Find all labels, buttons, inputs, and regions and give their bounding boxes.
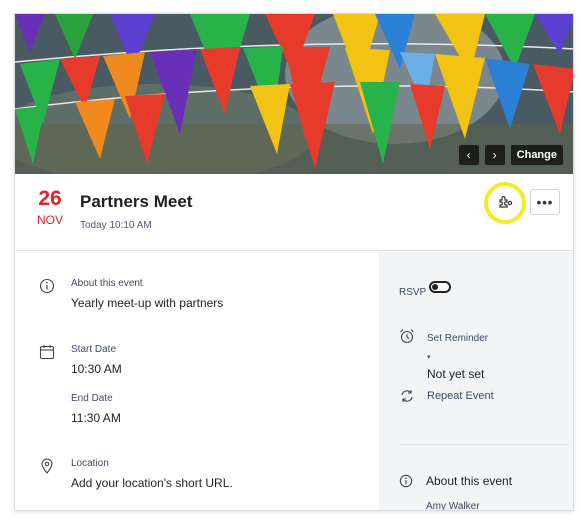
reminder-text: Set Reminder ▾ Not yet set (427, 328, 488, 381)
more-horizontal-icon: ••• (536, 194, 554, 210)
event-banner: ‹ › Change (15, 14, 573, 174)
rsvp-row: RSVP (399, 281, 451, 300)
start-date-value[interactable]: 10:30 AM (71, 362, 122, 376)
event-title: Partners Meet (80, 192, 193, 211)
reminder-label: Set Reminder (427, 333, 489, 344)
event-date-badge: 26 NOV (32, 188, 68, 228)
repeat-label: Repeat Event (427, 390, 494, 402)
about-label: About this event (71, 278, 143, 289)
about-event-label: About this event (426, 474, 513, 488)
about-value[interactable]: Yearly meet-up with partners (71, 296, 223, 310)
caret-down-icon: ▾ (427, 354, 431, 361)
info-icon (399, 474, 413, 488)
rsvp-label: RSVP (399, 287, 427, 298)
event-month: NOV (36, 213, 63, 227)
banner-controls: ‹ › Change (458, 145, 563, 165)
event-header: 26 NOV Partners Meet Today 10:10 AM ••• (15, 174, 573, 251)
location-value[interactable]: Add your location's short URL. (71, 476, 233, 490)
calendar-icon (39, 345, 55, 360)
info-icon (39, 278, 55, 294)
event-day: 26 (38, 187, 62, 210)
location-label: Location (71, 458, 109, 469)
end-date-label: End Date (71, 393, 113, 404)
location-pin-icon (41, 458, 53, 474)
sidebar-divider (399, 444, 569, 445)
more-options-button[interactable]: ••• (530, 189, 560, 215)
chevron-right-icon: › (492, 148, 497, 162)
rsvp-toggle[interactable] (429, 281, 451, 293)
chevron-left-icon: ‹ (466, 148, 471, 162)
event-card: ‹ › Change 26 NOV Partners Meet Today 10… (14, 13, 574, 511)
plugin-icon (499, 195, 513, 208)
event-created-time: Today 10:10 AM (80, 220, 152, 231)
alarm-clock-icon (400, 329, 414, 344)
end-date-value[interactable]: 11:30 AM (71, 411, 121, 425)
plugin-button[interactable] (491, 189, 519, 215)
repeat-icon (401, 390, 413, 402)
reminder-value: Not yet set (427, 367, 485, 381)
start-date-label: Start Date (71, 344, 117, 355)
event-sidebar: RSVP Set Reminder ▾ Not yet set Repeat E… (379, 252, 573, 510)
banner-prev-button[interactable]: ‹ (458, 145, 479, 165)
toggle-knob (432, 284, 438, 290)
organizer-name[interactable]: Amy Walker (426, 501, 480, 510)
change-banner-button[interactable]: Change (510, 145, 563, 165)
event-details: About this event Yearly meet-up with par… (15, 252, 379, 510)
banner-next-button[interactable]: › (484, 145, 505, 165)
